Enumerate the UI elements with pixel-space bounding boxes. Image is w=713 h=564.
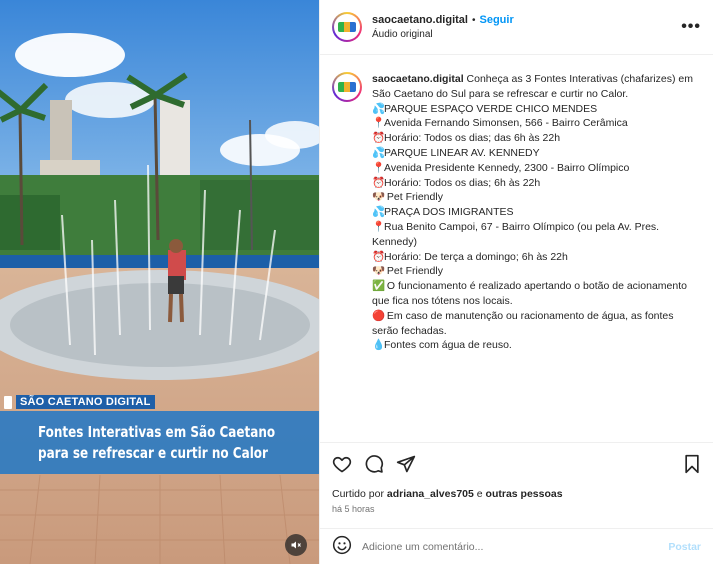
- dog-icon: 🐶: [372, 265, 386, 278]
- likes-others-link[interactable]: outras pessoas: [486, 488, 563, 500]
- heart-icon: [332, 456, 352, 473]
- pin-icon: 📍: [372, 117, 386, 130]
- brand-mark-icon: [4, 395, 12, 409]
- media-image: [0, 0, 319, 564]
- droplets-icon: 💦: [372, 102, 386, 115]
- place-2-name: PARQUE LINEAR AV. KENNEDY: [384, 146, 540, 159]
- place-1-address: Avenida Fernando Simonsen, 566 - Bairro …: [384, 117, 628, 130]
- clock-icon: ⏰: [372, 176, 386, 189]
- post-caption: saocaetano.digital Conheça as 3 Fontes I…: [332, 72, 703, 353]
- like-button[interactable]: [332, 454, 352, 474]
- droplets-icon: 💦: [372, 206, 386, 219]
- header-separator: •: [471, 14, 476, 26]
- comment-button[interactable]: [364, 454, 384, 474]
- media-caption-band: Fontes Interativas em São Caetano para s…: [0, 411, 319, 474]
- action-bar: [332, 452, 701, 476]
- comment-input[interactable]: Adicione um comentário...: [362, 541, 668, 553]
- place-2-pet: Pet Friendly: [386, 191, 443, 204]
- mute-button[interactable]: [285, 534, 307, 556]
- avatar[interactable]: [332, 12, 362, 42]
- place-1-hours: Horário: Todos os dias; das 6h às 22h: [384, 132, 561, 145]
- liked-by-user-link[interactable]: adriana_alves705: [387, 488, 474, 500]
- comment-bar: Adicione um comentário... Postar: [320, 528, 713, 564]
- media-caption-line-1: Fontes Interativas em São Caetano: [38, 422, 276, 441]
- clock-icon: ⏰: [372, 250, 386, 263]
- media-brand: SÃO CAETANO DIGITAL: [4, 395, 155, 409]
- emoji-icon: [332, 535, 352, 555]
- place-1-name: PARQUE ESPAÇO VERDE CHICO MENDES: [384, 102, 598, 115]
- media-brand-label: SÃO CAETANO DIGITAL: [16, 395, 155, 409]
- audio-link[interactable]: Áudio original: [372, 29, 681, 40]
- check-icon: ✅: [372, 280, 386, 293]
- droplets-icon: 💦: [372, 146, 386, 159]
- pin-icon: 📍: [372, 220, 386, 233]
- save-button[interactable]: [683, 454, 701, 474]
- droplet-icon: 💧: [372, 339, 386, 352]
- post-timestamp[interactable]: há 5 horas: [332, 504, 375, 514]
- post-panel: saocaetano.digital • Seguir Áudio origin…: [319, 0, 713, 564]
- avatar-logo-icon: [338, 22, 356, 32]
- place-3-address: Rua Benito Campoi, 67 - Bairro Olímpico …: [372, 220, 660, 248]
- red-circle-icon: 🔴: [372, 309, 386, 322]
- likes-prefix: Curtido por: [332, 488, 387, 500]
- caption-avatar[interactable]: [332, 72, 362, 102]
- more-options-button[interactable]: •••: [681, 18, 701, 36]
- post-comment-button[interactable]: Postar: [668, 541, 701, 553]
- likes-middle: e: [473, 488, 486, 500]
- avatar-logo-icon: [338, 82, 356, 92]
- emoji-button[interactable]: [332, 535, 352, 558]
- media-caption-line-2: para se refrescar e curtir no Calor: [38, 443, 268, 462]
- speaker-muted-icon: [291, 541, 301, 549]
- caption-username-link[interactable]: saocaetano.digital: [372, 73, 464, 85]
- share-button[interactable]: [396, 454, 416, 474]
- place-2-address: Avenida Presidente Kennedy, 2300 - Bairr…: [384, 161, 630, 174]
- place-3-pet: Pet Friendly: [386, 265, 443, 278]
- bookmark-icon: [685, 454, 699, 474]
- follow-button[interactable]: Seguir: [480, 14, 514, 26]
- likes-summary: Curtido por adriana_alves705 e outras pe…: [332, 488, 563, 500]
- clock-icon: ⏰: [372, 132, 386, 145]
- header-username-link[interactable]: saocaetano.digital: [372, 14, 468, 26]
- note-maintenance: Em caso de manutenção ou racionamento de…: [372, 309, 674, 337]
- dog-icon: 🐶: [372, 191, 386, 204]
- actions-divider: [320, 442, 713, 443]
- note-operation: O funcionamento é realizado apertando o …: [372, 280, 687, 307]
- note-water: Fontes com água de reuso.: [384, 339, 512, 352]
- post-header: saocaetano.digital • Seguir Áudio origin…: [320, 0, 713, 55]
- place-3-name: PRAÇA DOS IMIGRANTES: [384, 206, 514, 219]
- post-media[interactable]: SÃO CAETANO DIGITAL Fontes Interativas e…: [0, 0, 319, 564]
- place-3-hours: Horário: De terça a domingo; 6h às 22h: [384, 250, 568, 263]
- share-icon: [396, 455, 416, 473]
- place-2-hours: Horário: Todos os dias; 6h às 22h: [384, 176, 541, 189]
- pin-icon: 📍: [372, 161, 386, 174]
- comment-icon: [365, 455, 384, 473]
